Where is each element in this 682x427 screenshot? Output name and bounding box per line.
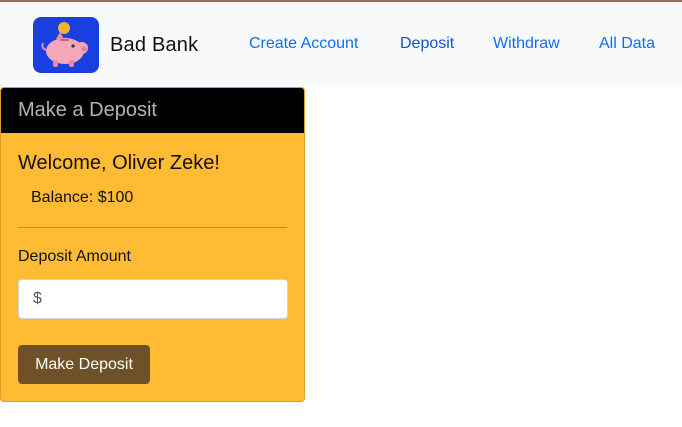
nav-link-create-account[interactable]: Create Account	[249, 35, 358, 53]
nav-link-all-data[interactable]: All Data	[599, 35, 655, 53]
make-deposit-button[interactable]: Make Deposit	[18, 345, 150, 384]
deposit-amount-label: Deposit Amount	[18, 248, 131, 265]
card-body: Welcome, Oliver Zeke! Balance: $100 Depo…	[1, 133, 304, 384]
piggy-bank-icon	[33, 17, 99, 73]
welcome-heading: Welcome, Oliver Zeke!	[18, 152, 220, 174]
brand[interactable]: Bad Bank	[33, 17, 198, 73]
nav-link-withdraw[interactable]: Withdraw	[493, 35, 560, 53]
nav-link-deposit[interactable]: Deposit	[400, 35, 454, 53]
card-header: Make a Deposit	[1, 88, 304, 133]
deposit-card: Make a Deposit Welcome, Oliver Zeke! Bal…	[0, 87, 305, 402]
deposit-amount-field[interactable]	[18, 279, 288, 319]
navbar: Bad Bank Create Account Deposit Withdraw…	[0, 2, 682, 87]
brand-name: Bad Bank	[110, 33, 199, 56]
divider	[18, 227, 287, 228]
deposit-amount-input[interactable]	[31, 289, 275, 309]
balance-text: Balance: $100	[31, 189, 134, 206]
